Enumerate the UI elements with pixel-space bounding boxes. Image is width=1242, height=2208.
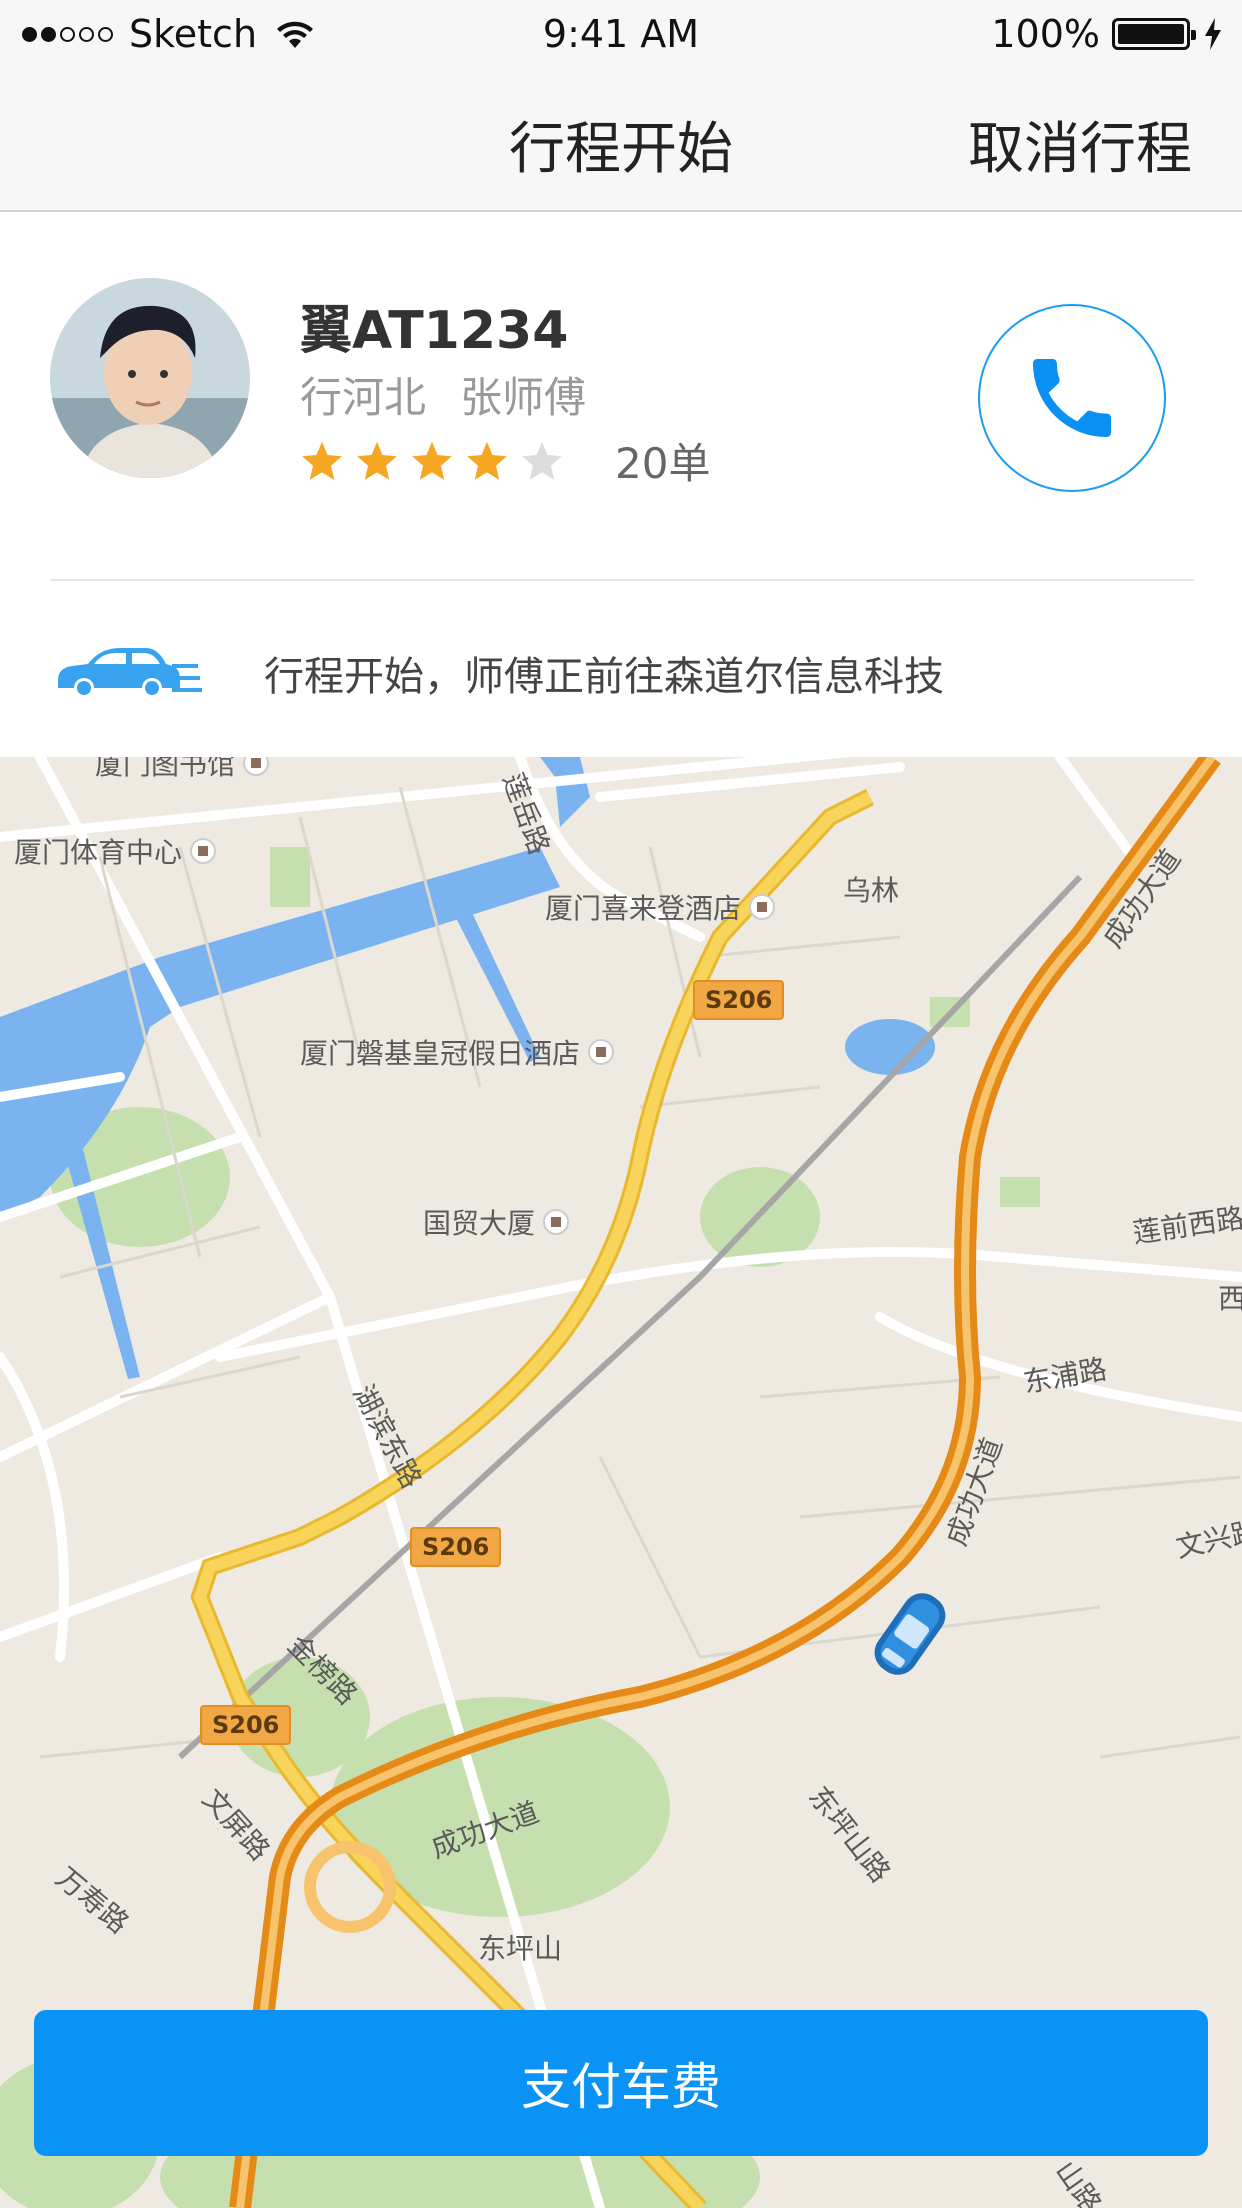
car-plate: 翼AT1234: [300, 301, 569, 361]
status-bar: Sketch 9:41 AM 100%: [0, 0, 1242, 66]
road-shield-s206: S206: [693, 980, 785, 1020]
driver-card: 翼AT1234 行河北 张师傅 20单 行程开始，师傅正前往森道尔信息科技: [0, 212, 1242, 757]
divider: [50, 579, 1194, 581]
battery-percent: 100%: [991, 12, 1100, 56]
driver-avatar: [50, 278, 250, 478]
driver-name: 张师傅: [460, 373, 587, 422]
car-icon: [58, 648, 202, 698]
pay-fare-button[interactable]: 支付车费: [34, 2010, 1208, 2156]
star-icon: [302, 441, 342, 480]
road-shield-s206: S206: [410, 1527, 502, 1567]
map-label-dongpingshan: 东坪山: [478, 1932, 563, 1965]
battery-icon: [1112, 18, 1196, 50]
poi-icon: [749, 894, 776, 920]
charging-icon: [1205, 18, 1221, 50]
call-driver-button[interactable]: [978, 304, 1166, 492]
star-icon: [412, 441, 452, 480]
map-label-wulin: 乌林: [843, 874, 900, 907]
nav-bar: 行程开始 取消行程: [0, 66, 1242, 212]
driver-info: 行河北 张师傅: [300, 364, 586, 425]
status-right: 100%: [991, 12, 1222, 56]
trip-status-row: 行程开始，师傅正前往森道尔信息科技: [0, 582, 1242, 757]
driver-rating: 20单: [300, 430, 710, 491]
trip-status-text: 行程开始，师傅正前往森道尔信息科技: [264, 654, 944, 700]
star-icon: [467, 441, 507, 480]
driver-company: 行河北: [300, 373, 427, 422]
star-icon: [357, 441, 397, 480]
map-view[interactable]: 厦门图书馆 厦门体育中心 莲岳路 厦门喜来登酒店 乌林 成功大道 S206 厦门…: [0, 757, 1242, 2208]
poi-icon: [543, 1209, 570, 1235]
map-label-guomao: 国贸大厦: [423, 1202, 570, 1242]
poi-icon: [190, 838, 217, 864]
phone-icon: [1033, 359, 1111, 437]
map-label-stadium: 厦门体育中心: [14, 831, 217, 871]
map-label-library: 厦门图书馆: [95, 757, 270, 783]
poi-icon: [588, 1039, 615, 1065]
map-label-hotel-b: 厦门磐基皇冠假日酒店: [300, 1032, 615, 1072]
star-empty-icon: [522, 441, 562, 480]
order-count: 20单: [615, 439, 711, 488]
map-label-xi: 西: [1218, 1282, 1242, 1315]
road-shield-s206: S206: [200, 1705, 292, 1745]
map-canvas: [0, 757, 1242, 2208]
poi-icon: [243, 757, 270, 776]
map-label-hotel-a: 厦门喜来登酒店: [545, 887, 776, 927]
cancel-trip-button[interactable]: 取消行程: [968, 104, 1192, 185]
